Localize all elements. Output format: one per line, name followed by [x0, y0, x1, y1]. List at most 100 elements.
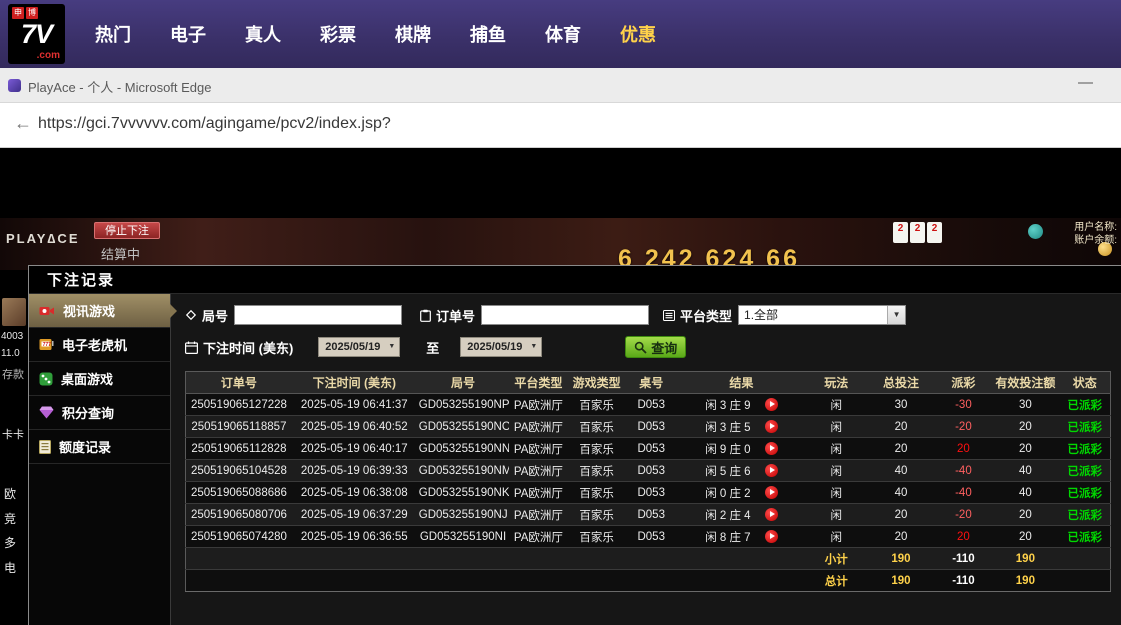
cell-valid: 40	[991, 460, 1059, 482]
nav-item-promo[interactable]: 优惠	[620, 21, 656, 47]
to-label: 至	[426, 338, 439, 357]
browser-urlbar[interactable]: ← https://gci.7vvvvvv.com/agingame/pcv2/…	[0, 103, 1121, 148]
nav-item-lottery[interactable]: 彩票	[320, 21, 356, 47]
col-order: 订单号	[186, 372, 292, 394]
cell-payout: -20	[936, 504, 992, 526]
page-background: PLAY∆CE 停止下注 结算中 6 242 624 66 2 2 2 用户名称…	[0, 148, 1121, 625]
subtotal-label: 小计	[806, 548, 866, 570]
settling-status: 结算中	[101, 244, 140, 263]
grand-total-row: 总计 190 -110 190	[186, 570, 1111, 592]
minimize-button[interactable]: —	[1078, 74, 1093, 91]
screen: 申 博 7V .com 热门 电子 真人 彩票 棋牌 捕鱼 体育 优惠 Play…	[0, 0, 1121, 625]
cell-table: D053	[626, 394, 677, 416]
sidebar-item-quota-records[interactable]: 额度记录	[29, 430, 170, 464]
site-menu: 热门 电子 真人 彩票 棋牌 捕鱼 体育 优惠	[95, 0, 695, 68]
user-info: 用户名称: 账户余额:	[1074, 221, 1117, 247]
cell-total: 40	[866, 482, 935, 504]
cell-table: D053	[626, 460, 677, 482]
sidebar-item-points-query[interactable]: 积分查询	[29, 396, 170, 430]
chevron-down-icon: ▼	[887, 306, 905, 324]
sidebar-item-table-games[interactable]: 桌面游戏	[29, 362, 170, 396]
bets-table: 订单号 下注时间 (美东) 局号 平台类型 游戏类型 桌号 结果 玩法 总投注 …	[185, 371, 1111, 592]
slot-machine-icon: 777	[39, 338, 54, 352]
cell-round: GD053255190NM	[417, 460, 510, 482]
replay-icon[interactable]	[765, 464, 778, 477]
cell-play: 闲	[806, 394, 866, 416]
cell-play: 闲	[806, 526, 866, 548]
nav-item-sports[interactable]: 体育	[545, 21, 581, 47]
cell-time: 2025-05-19 06:37:29	[292, 504, 417, 526]
cell-time: 2025-05-19 06:41:37	[292, 394, 417, 416]
cell-order: 250519065104528	[186, 460, 292, 482]
cell-status: 已派彩	[1060, 460, 1111, 482]
cell-platform: PA欧洲厅	[509, 482, 567, 504]
table-row: 250519065074280 2025-05-19 06:36:55 GD05…	[186, 526, 1111, 548]
cell-table: D053	[626, 482, 677, 504]
nav-item-fishing[interactable]: 捕鱼	[470, 21, 506, 47]
grand-total-label: 总计	[806, 570, 866, 592]
replay-icon[interactable]	[765, 398, 778, 411]
cell-total: 20	[866, 504, 935, 526]
cell-time: 2025-05-19 06:40:52	[292, 416, 417, 438]
replay-icon[interactable]	[765, 486, 778, 499]
back-icon[interactable]: ←	[14, 113, 32, 134]
nav-item-slots[interactable]: 电子	[170, 21, 206, 47]
site-logo[interactable]: 申 博 7V .com	[8, 4, 65, 64]
sidebar-item-label: 积分查询	[62, 403, 114, 422]
gem-icon	[39, 406, 54, 419]
video-camera-icon	[39, 304, 55, 318]
table-row: 250519065127228 2025-05-19 06:41:37 GD05…	[186, 394, 1111, 416]
remnant-deposit-label: 存款	[2, 366, 30, 382]
remnant-number: 4003	[1, 331, 29, 342]
filter-row-1: 局号 订单号 平台类型 1.全部	[185, 304, 1111, 326]
cell-payout: -40	[936, 482, 992, 504]
round-input[interactable]	[234, 305, 402, 325]
col-table: 桌号	[626, 372, 677, 394]
playing-card: 2	[910, 222, 925, 243]
stop-betting-button[interactable]: 停止下注	[94, 222, 160, 239]
replay-icon[interactable]	[765, 508, 778, 521]
cell-play: 闲	[806, 416, 866, 438]
cell-table: D053	[626, 526, 677, 548]
url-text[interactable]: https://gci.7vvvvvv.com/agingame/pcv2/in…	[38, 115, 391, 133]
order-input[interactable]	[481, 305, 649, 325]
card-group: 2 2 2	[893, 222, 942, 243]
app-icon	[8, 79, 21, 92]
clipboard-icon	[420, 309, 431, 322]
date-to-value: 2025/05/19	[467, 341, 522, 353]
cell-game: 百家乐	[568, 394, 626, 416]
cell-game: 百家乐	[568, 460, 626, 482]
cell-game: 百家乐	[568, 482, 626, 504]
nav-item-cards[interactable]: 棋牌	[395, 21, 431, 47]
cell-table: D053	[626, 504, 677, 526]
date-to-picker[interactable]: 2025/05/19 ▼	[460, 337, 542, 357]
cell-round: GD053255190NK	[417, 482, 510, 504]
sidebar-item-label: 桌面游戏	[61, 369, 113, 388]
cell-round: GD053255190NI	[417, 526, 510, 548]
playing-card: 2	[893, 222, 908, 243]
document-icon	[39, 440, 51, 454]
nav-item-hot[interactable]: 热门	[95, 21, 131, 47]
cell-valid: 30	[991, 394, 1059, 416]
nav-item-live[interactable]: 真人	[245, 21, 281, 47]
replay-icon[interactable]	[765, 442, 778, 455]
thumbnail-image	[2, 298, 26, 326]
calendar-icon	[185, 341, 198, 354]
sidebar-item-slot-machines[interactable]: 777 电子老虎机	[29, 328, 170, 362]
platform-select-value: 1.全部	[744, 308, 778, 322]
cell-game: 百家乐	[568, 504, 626, 526]
user-name-label: 用户名称:	[1074, 222, 1117, 233]
replay-icon[interactable]	[765, 530, 778, 543]
col-result: 结果	[677, 372, 807, 394]
cell-total: 20	[866, 526, 935, 548]
service-icon[interactable]	[1028, 224, 1043, 239]
cell-platform: PA欧洲厅	[509, 394, 567, 416]
window-title: PlayAce - 个人 - Microsoft Edge	[28, 77, 212, 96]
date-from-picker[interactable]: 2025/05/19 ▼	[318, 337, 400, 357]
replay-icon[interactable]	[765, 420, 778, 433]
round-filter-label: 局号	[185, 306, 228, 325]
cell-total: 30	[866, 394, 935, 416]
platform-select[interactable]: 1.全部 ▼	[738, 305, 906, 325]
search-button[interactable]: 查询	[625, 336, 686, 358]
sidebar-item-video-games[interactable]: 视讯游戏	[29, 294, 170, 328]
